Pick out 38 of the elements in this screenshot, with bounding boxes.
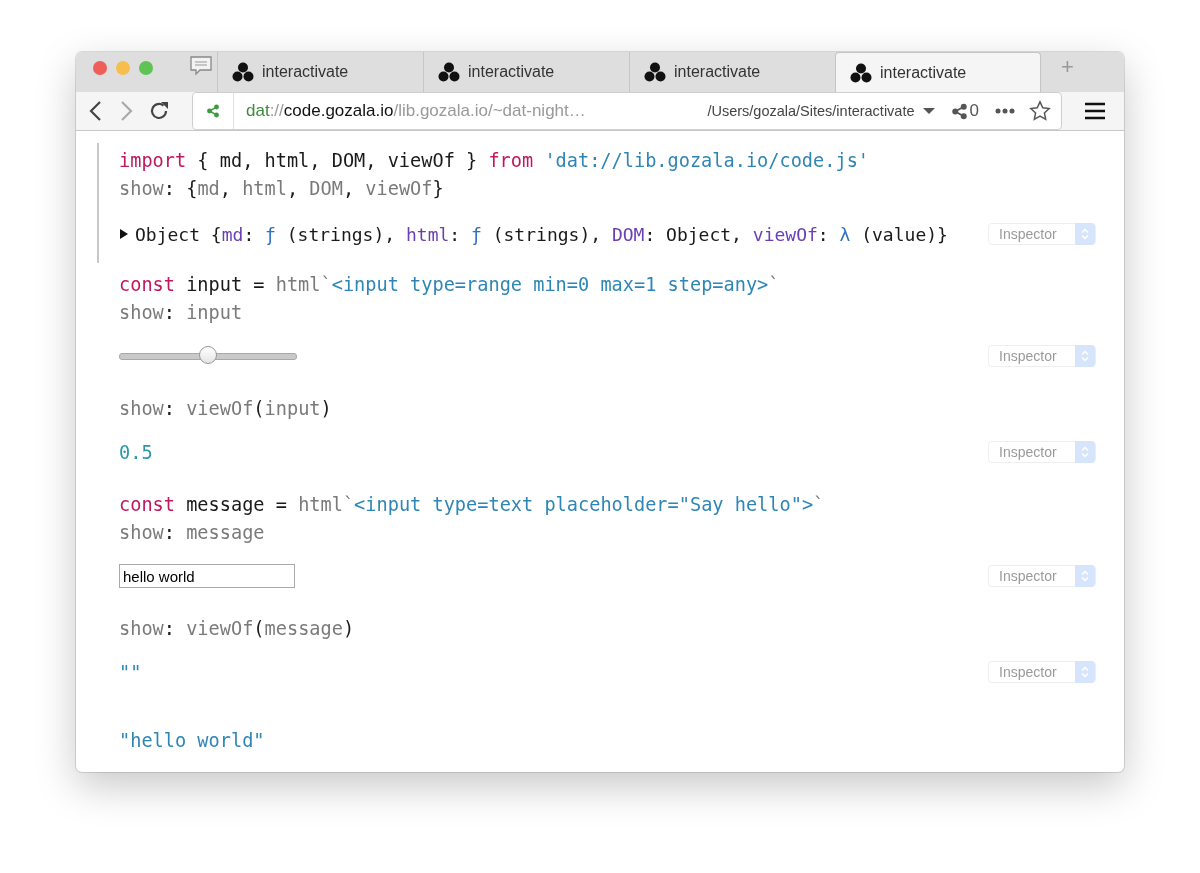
reload-icon[interactable] (148, 100, 170, 122)
peers-count[interactable]: 0 (950, 101, 979, 121)
hexagon-cluster-icon (644, 62, 666, 82)
code-line: show: input (119, 301, 244, 325)
slider-thumb[interactable] (199, 346, 217, 364)
object-summary: Object {md: ƒ (strings), html: ƒ (strings), DOM: Object, viewOf: λ (value)} (135, 223, 948, 245)
code-line: show: viewOf(message) (119, 617, 356, 641)
star-icon[interactable] (1029, 100, 1051, 122)
collapsed-triangle-icon[interactable] (119, 228, 129, 240)
menu-icon[interactable] (1084, 102, 1106, 120)
address-field[interactable]: dat://code.gozala.io/lib.gozala.io/~dat-night… /Users/gozala/Sites/interactivate 0 (192, 92, 1062, 130)
output-value: "" (119, 661, 142, 683)
dropdown-caret-icon[interactable] (922, 107, 935, 115)
stepper-icon (1081, 228, 1089, 240)
share-icon (950, 102, 968, 120)
code-line: show: message (119, 521, 266, 545)
stepper-icon (1081, 570, 1089, 582)
code-line: show: viewOf(input) (119, 397, 333, 421)
code-line: const input = html`<input type=range min=0 max=1 step=any>` (119, 273, 781, 297)
code-line: show: {md, html, DOM, viewOf} (119, 177, 445, 201)
output-value: 0.5 (119, 441, 153, 463)
stepper-icon (1081, 666, 1089, 678)
share-icon (206, 104, 220, 118)
back-icon[interactable] (88, 100, 104, 122)
local-path-text[interactable]: /Users/gozala/Sites/interactivate (707, 103, 915, 119)
hexagon-cluster-icon (850, 62, 872, 83)
browser-tab[interactable]: interactivate (835, 52, 1041, 92)
stepper-icon (1081, 446, 1089, 458)
hexagon-cluster-icon (438, 62, 460, 82)
text-input-field[interactable]: hello world (119, 564, 295, 588)
hexagon-cluster-icon (232, 62, 254, 82)
code-line: import { md, html, DOM, viewOf } from 'dat://lib.gozala.io/code.js' (119, 149, 871, 173)
range-slider[interactable] (119, 346, 297, 366)
code-line: const message = html`<input type=text placeholder="Say hello">` (119, 493, 826, 517)
more-icon[interactable] (995, 108, 1015, 114)
output-value: "hello world" (119, 729, 265, 751)
stepper-icon (1081, 350, 1089, 362)
url-text: dat://code.gozala.io/lib.gozala.io/~dat-night… (245, 101, 586, 121)
